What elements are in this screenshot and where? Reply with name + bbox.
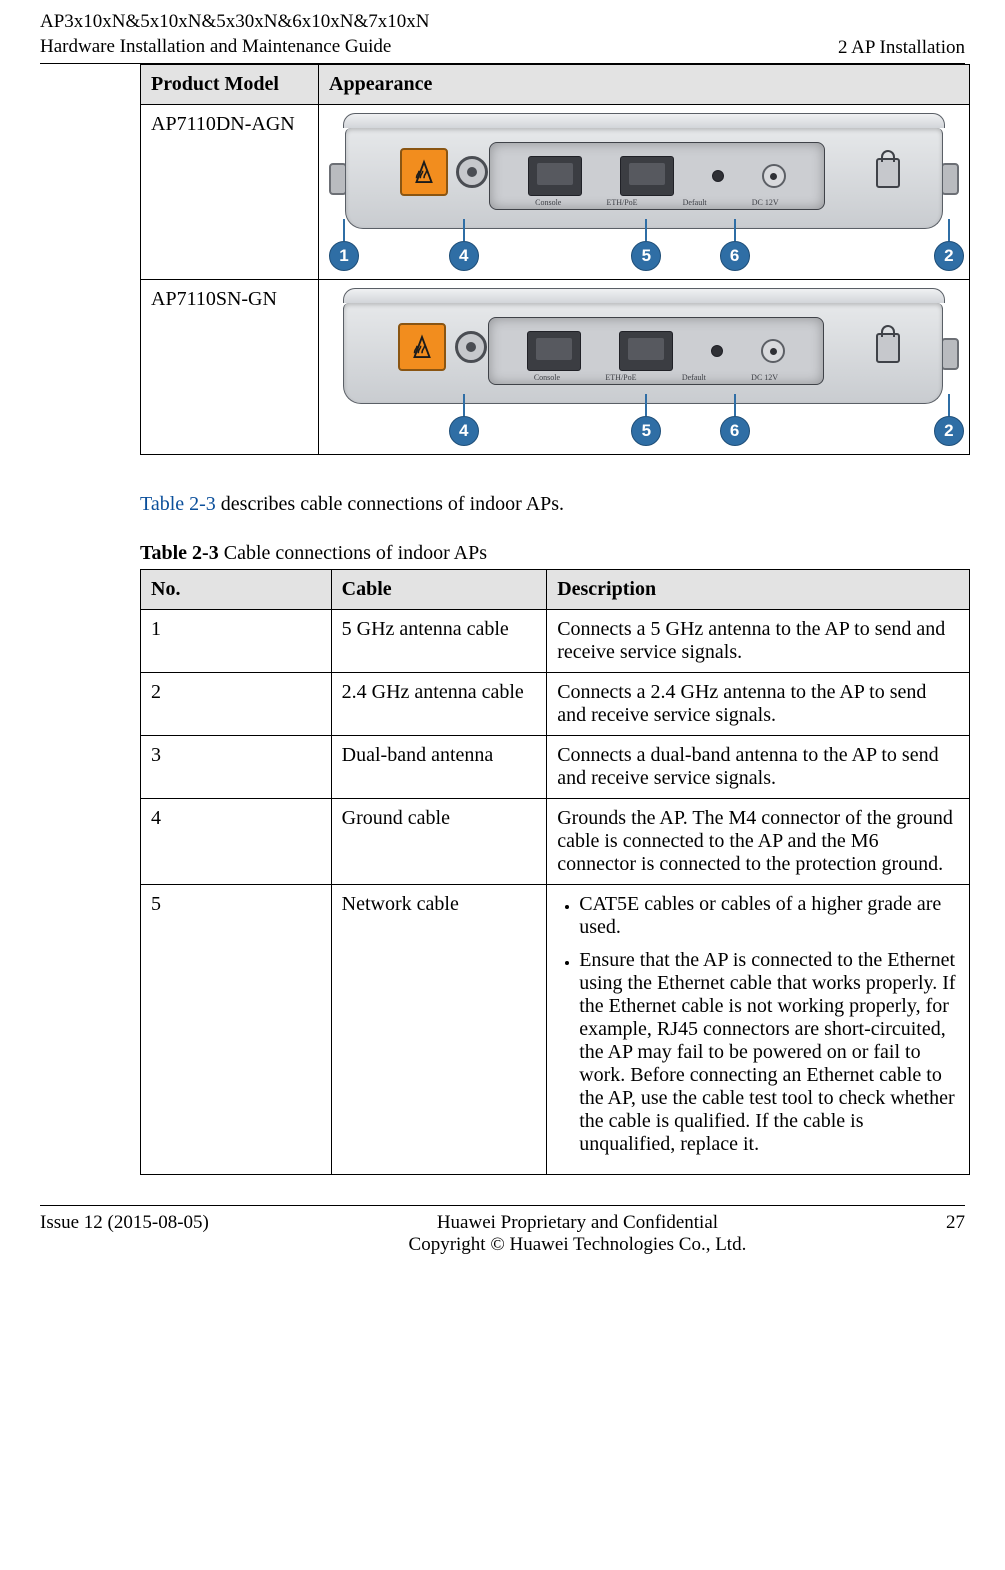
callout-badge: 5 bbox=[631, 241, 661, 271]
label-ethpoe: ETH/PoE bbox=[605, 373, 636, 382]
security-lock-icon bbox=[876, 158, 900, 188]
paragraph-text: describes cable connections of indoor AP… bbox=[216, 493, 564, 515]
table-row: 2 2.4 GHz antenna cable Connects a 2.4 G… bbox=[141, 673, 970, 736]
table-row: 1 5 GHz antenna cable Connects a 5 GHz a… bbox=[141, 610, 970, 673]
page-footer: Issue 12 (2015-08-05) Huawei Proprietary… bbox=[40, 1205, 965, 1266]
label-default: Default bbox=[683, 198, 707, 207]
default-button-icon bbox=[712, 170, 724, 182]
header-left: AP3x10xN&5x10xN&5x30xN&6x10xN&7x10xN Har… bbox=[40, 10, 430, 59]
label-dc12v: DC 12V bbox=[752, 198, 779, 207]
panel-labels: Console ETH/PoE Default DC 12V bbox=[490, 198, 824, 207]
antenna-connector-right bbox=[941, 338, 959, 370]
cell-cable: Ground cable bbox=[331, 799, 547, 885]
security-lock-icon bbox=[876, 333, 900, 363]
appearance-cell: Console ETH/PoE Default DC 12V bbox=[319, 280, 970, 455]
panel-labels: Console ETH/PoE Default DC 12V bbox=[489, 373, 824, 382]
callout-badge: 6 bbox=[720, 241, 750, 271]
cell-desc: Connects a 2.4 GHz antenna to the AP to … bbox=[547, 673, 970, 736]
cell-desc: Connects a dual-band antenna to the AP t… bbox=[547, 736, 970, 799]
ground-terminal-icon bbox=[456, 156, 488, 188]
callout-badge: 4 bbox=[449, 416, 479, 446]
cable-connections-table: No. Cable Description 1 5 GHz antenna ca… bbox=[140, 569, 970, 1175]
eth-poe-port-icon bbox=[619, 331, 673, 371]
table-head-row: Product Model Appearance bbox=[141, 65, 970, 105]
col-no: No. bbox=[141, 570, 332, 610]
device-body: Console ETH/PoE Default DC 12V bbox=[345, 128, 943, 229]
cell-no: 2 bbox=[141, 673, 332, 736]
header-right: 2 AP Installation bbox=[838, 37, 965, 59]
rear-port-panel: Console ETH/PoE Default DC 12V bbox=[488, 317, 825, 385]
footer-center-line2: Copyright © Huawei Technologies Co., Ltd… bbox=[209, 1234, 946, 1256]
footer-center: Huawei Proprietary and Confidential Copy… bbox=[209, 1212, 946, 1256]
cell-cable: Network cable bbox=[331, 885, 547, 1175]
dc-jack-icon bbox=[761, 339, 785, 363]
xref-link[interactable]: Table 2-3 bbox=[140, 493, 216, 515]
col-product-model: Product Model bbox=[141, 65, 319, 105]
console-port-icon bbox=[527, 331, 581, 371]
callout-badge: 6 bbox=[720, 416, 750, 446]
footer-center-line1: Huawei Proprietary and Confidential bbox=[209, 1212, 946, 1234]
callout-badge: 2 bbox=[934, 416, 964, 446]
callout-row: 4 5 6 2 bbox=[329, 396, 959, 446]
cell-no: 1 bbox=[141, 610, 332, 673]
cell-desc: CAT5E cables or cables of a higher grade… bbox=[547, 885, 970, 1175]
header-line2: Hardware Installation and Maintenance Gu… bbox=[40, 35, 430, 60]
cell-no: 4 bbox=[141, 799, 332, 885]
label-dc12v: DC 12V bbox=[751, 373, 778, 382]
table-row: AP7110SN-GN bbox=[141, 280, 970, 455]
label-default: Default bbox=[682, 373, 706, 382]
callout-badge: 2 bbox=[934, 241, 964, 271]
ground-terminal-icon bbox=[455, 331, 487, 363]
appearance-cell: Console ETH/PoE Default DC 12V bbox=[319, 105, 970, 280]
col-appearance: Appearance bbox=[319, 65, 970, 105]
table-row: 4 Ground cable Grounds the AP. The M4 co… bbox=[141, 799, 970, 885]
appearance-table: Product Model Appearance AP7110DN-AGN bbox=[140, 64, 970, 455]
col-cable: Cable bbox=[331, 570, 547, 610]
label-ethpoe: ETH/PoE bbox=[606, 198, 637, 207]
callout-badge: 5 bbox=[631, 416, 661, 446]
device-illustration: Console ETH/PoE Default DC 12V bbox=[329, 288, 959, 446]
cell-cable: 2.4 GHz antenna cable bbox=[331, 673, 547, 736]
callout-badge: 4 bbox=[449, 241, 479, 271]
list-item: CAT5E cables or cables of a higher grade… bbox=[579, 893, 959, 939]
dc-jack-icon bbox=[762, 164, 786, 188]
eth-poe-port-icon bbox=[620, 156, 674, 196]
callout-badge: 1 bbox=[329, 241, 359, 271]
col-description: Description bbox=[547, 570, 970, 610]
label-console: Console bbox=[535, 198, 561, 207]
desc-bullets: CAT5E cables or cables of a higher grade… bbox=[557, 893, 959, 1156]
table-caption: Table 2-3 Cable connections of indoor AP… bbox=[140, 542, 970, 565]
page-header: AP3x10xN&5x10xN&5x30xN&6x10xN&7x10xN Har… bbox=[40, 0, 965, 64]
device-illustration: Console ETH/PoE Default DC 12V bbox=[329, 113, 959, 271]
label-console: Console bbox=[534, 373, 560, 382]
footer-right: 27 bbox=[946, 1212, 965, 1234]
cell-no: 3 bbox=[141, 736, 332, 799]
hot-surface-warning-icon bbox=[398, 323, 446, 371]
antenna-connector-right bbox=[941, 163, 959, 195]
paragraph: Table 2-3 describes cable connections of… bbox=[140, 493, 970, 516]
table-head-row: No. Cable Description bbox=[141, 570, 970, 610]
model-cell: AP7110SN-GN bbox=[141, 280, 319, 455]
header-line1: AP3x10xN&5x10xN&5x30xN&6x10xN&7x10xN bbox=[40, 10, 430, 35]
cell-desc: Grounds the AP. The M4 connector of the … bbox=[547, 799, 970, 885]
caption-rest: Cable connections of indoor APs bbox=[219, 542, 487, 564]
table-row: 3 Dual-band antenna Connects a dual-band… bbox=[141, 736, 970, 799]
cell-desc: Connects a 5 GHz antenna to the AP to se… bbox=[547, 610, 970, 673]
device-body: Console ETH/PoE Default DC 12V bbox=[343, 303, 943, 404]
list-item: Ensure that the AP is connected to the E… bbox=[579, 949, 959, 1156]
rear-port-panel: Console ETH/PoE Default DC 12V bbox=[489, 142, 825, 210]
default-button-icon bbox=[711, 345, 723, 357]
hot-surface-warning-icon bbox=[400, 148, 448, 196]
cell-no: 5 bbox=[141, 885, 332, 1175]
table-row: 5 Network cable CAT5E cables or cables o… bbox=[141, 885, 970, 1175]
model-cell: AP7110DN-AGN bbox=[141, 105, 319, 280]
cell-cable: 5 GHz antenna cable bbox=[331, 610, 547, 673]
table-row: AP7110DN-AGN bbox=[141, 105, 970, 280]
callout-row: 1 4 5 6 2 bbox=[329, 221, 959, 271]
footer-left: Issue 12 (2015-08-05) bbox=[40, 1212, 209, 1234]
console-port-icon bbox=[528, 156, 582, 196]
caption-bold: Table 2-3 bbox=[140, 542, 219, 564]
cell-cable: Dual-band antenna bbox=[331, 736, 547, 799]
